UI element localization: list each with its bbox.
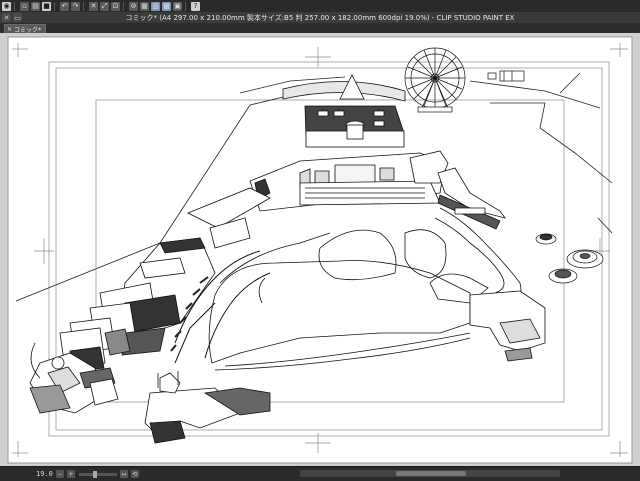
zoom-in-icon[interactable]: +	[66, 470, 75, 478]
tab-close-icon[interactable]: ✕	[7, 26, 12, 33]
flip-icon[interactable]: ↔	[119, 470, 128, 478]
grid-icon[interactable]: ▩	[162, 1, 171, 11]
undo-icon[interactable]: ↶	[60, 1, 69, 11]
ruler-icon[interactable]: ▦	[140, 1, 149, 11]
reset-icon[interactable]: ⟲	[130, 470, 139, 478]
window-controls: ✕ ▭	[0, 13, 22, 22]
app-menu-icon[interactable]: ◉	[2, 1, 11, 11]
help-icon[interactable]: ?	[191, 1, 200, 11]
toolbar-divider	[123, 1, 124, 11]
toolbar-divider	[14, 1, 15, 11]
horizontal-scrollbar[interactable]	[300, 470, 560, 477]
save-icon[interactable]: ■	[42, 1, 51, 11]
clear-icon[interactable]: ✕	[89, 1, 98, 11]
fit-icon[interactable]: ⊡	[111, 1, 120, 11]
toolbar-divider	[54, 1, 55, 11]
toolbar-divider	[83, 1, 84, 11]
layer-icon[interactable]: ▣	[173, 1, 182, 11]
zoom-out-icon[interactable]: −	[55, 470, 64, 478]
drawing-canvas[interactable]	[0, 33, 640, 466]
scrollbar-thumb[interactable]	[396, 471, 466, 476]
zoom-value[interactable]: 19.0	[36, 470, 53, 478]
window-title-bar: コミック* (A4 297.00 x 210.00mm 製本サイズ:B5 判 2…	[0, 12, 640, 23]
redo-icon[interactable]: ↷	[71, 1, 80, 11]
snap-icon[interactable]: ▧	[151, 1, 160, 11]
slider-knob[interactable]	[92, 470, 97, 478]
disabled-tool-icon[interactable]: ⊘	[129, 1, 138, 11]
rotate-slider[interactable]	[78, 470, 117, 478]
close-window-icon[interactable]: ✕	[2, 13, 11, 22]
new-document-icon[interactable]: ▫	[20, 1, 29, 11]
transform-icon[interactable]: ⤢	[100, 1, 109, 11]
open-icon[interactable]: ▤	[31, 1, 40, 11]
status-bar: 19.0 − + ↔ ⟲	[0, 466, 640, 481]
window-title: コミック* (A4 297.00 x 210.00mm 製本サイズ:B5 判 2…	[125, 13, 515, 22]
toolbar-divider	[185, 1, 186, 11]
document-tab-bar: ✕ コミック*	[0, 23, 640, 34]
minimize-window-icon[interactable]: ▭	[13, 13, 22, 22]
